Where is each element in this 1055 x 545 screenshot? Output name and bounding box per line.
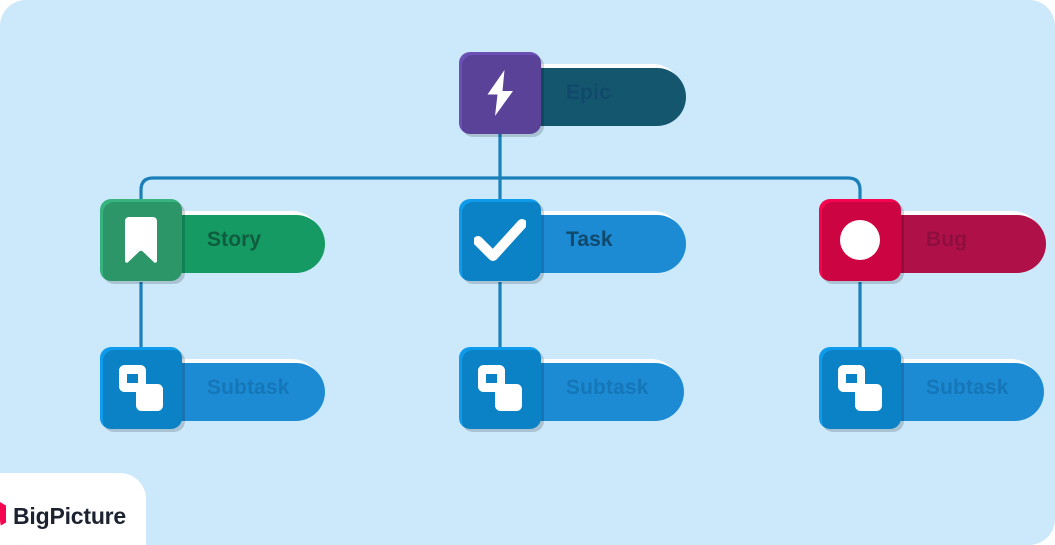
circle-dot-icon [838, 218, 882, 262]
story-label: Story [207, 228, 262, 251]
diagram-canvas: Epic Story Task Bug Subtask Subtask Subt… [0, 0, 1055, 545]
epic-icon-tile [459, 52, 544, 137]
subtask-story-icon-tile [100, 347, 185, 432]
bug-label: Bug [926, 228, 968, 251]
bug-pill[interactable]: Bug [892, 211, 1046, 273]
subtask-task-pill[interactable]: Subtask [532, 359, 684, 421]
node-bug[interactable]: Bug [819, 199, 1046, 284]
subtask-story-pill[interactable]: Subtask [173, 359, 325, 421]
lightning-bolt-icon [478, 68, 522, 118]
bigpicture-hexagon-logo-icon [0, 497, 8, 536]
node-subtask-task[interactable]: Subtask [459, 347, 684, 432]
node-epic[interactable]: Epic [459, 52, 686, 137]
task-label: Task [566, 228, 613, 251]
subtask-bug-label: Subtask [926, 376, 1009, 399]
node-story[interactable]: Story [100, 199, 325, 284]
bookmark-icon [121, 216, 161, 264]
node-subtask-story[interactable]: Subtask [100, 347, 325, 432]
brand-badge: BigPicture [0, 473, 146, 545]
subtask-task-icon-tile [459, 347, 544, 432]
node-task[interactable]: Task [459, 199, 686, 284]
brand-name: BigPicture [13, 502, 127, 529]
story-icon-tile [100, 199, 185, 284]
subtask-squares-icon [835, 363, 885, 413]
epic-pill[interactable]: Epic [532, 64, 686, 126]
epic-label: Epic [566, 81, 611, 104]
task-pill[interactable]: Task [532, 211, 686, 273]
subtask-squares-icon [475, 363, 525, 413]
story-pill[interactable]: Story [173, 211, 325, 273]
node-subtask-bug[interactable]: Subtask [819, 347, 1044, 432]
subtask-bug-pill[interactable]: Subtask [892, 359, 1044, 421]
bug-icon-tile [819, 199, 904, 284]
subtask-squares-icon [116, 363, 166, 413]
subtask-task-label: Subtask [566, 376, 649, 399]
task-icon-tile [459, 199, 544, 284]
subtask-story-label: Subtask [207, 376, 290, 399]
check-icon [474, 218, 526, 262]
subtask-bug-icon-tile [819, 347, 904, 432]
